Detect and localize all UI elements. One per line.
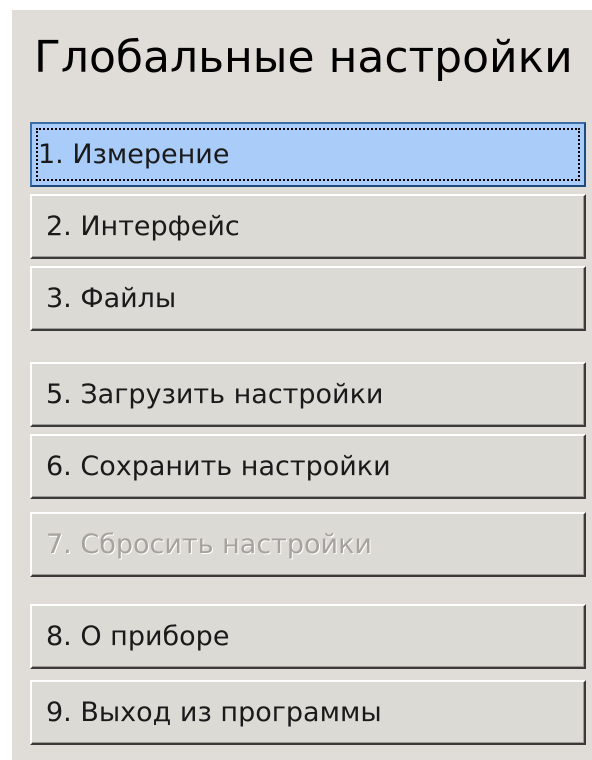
menu-item-measurement[interactable]: 1. Измерение [30,122,586,187]
menu-item-label: 9. Выход из программы [46,697,382,728]
menu-item-label: 2. Интерфейс [46,211,240,242]
menu-item-label: 1. Измерение [38,139,230,170]
menu-item-load-settings[interactable]: 5. Загрузить настройки [30,362,586,427]
menu-item-save-settings[interactable]: 6. Сохранить настройки [30,434,586,499]
menu-item-label: 3. Файлы [46,283,177,314]
page-title: Глобальные настройки [34,32,573,83]
menu-item-label: 8. О приборе [46,621,230,652]
menu-item-interface[interactable]: 2. Интерфейс [30,194,586,259]
menu-item-label: 6. Сохранить настройки [46,451,391,482]
menu-item-reset-settings: 7. Сбросить настройки [30,512,586,577]
settings-panel: Глобальные настройки 1. Измерение 2. Инт… [12,10,592,760]
menu-item-exit[interactable]: 9. Выход из программы [30,680,586,745]
menu-item-about-device[interactable]: 8. О приборе [30,604,586,669]
menu-item-label: 7. Сбросить настройки [46,529,372,560]
menu-item-label: 5. Загрузить настройки [46,379,384,410]
menu-item-files[interactable]: 3. Файлы [30,266,586,331]
